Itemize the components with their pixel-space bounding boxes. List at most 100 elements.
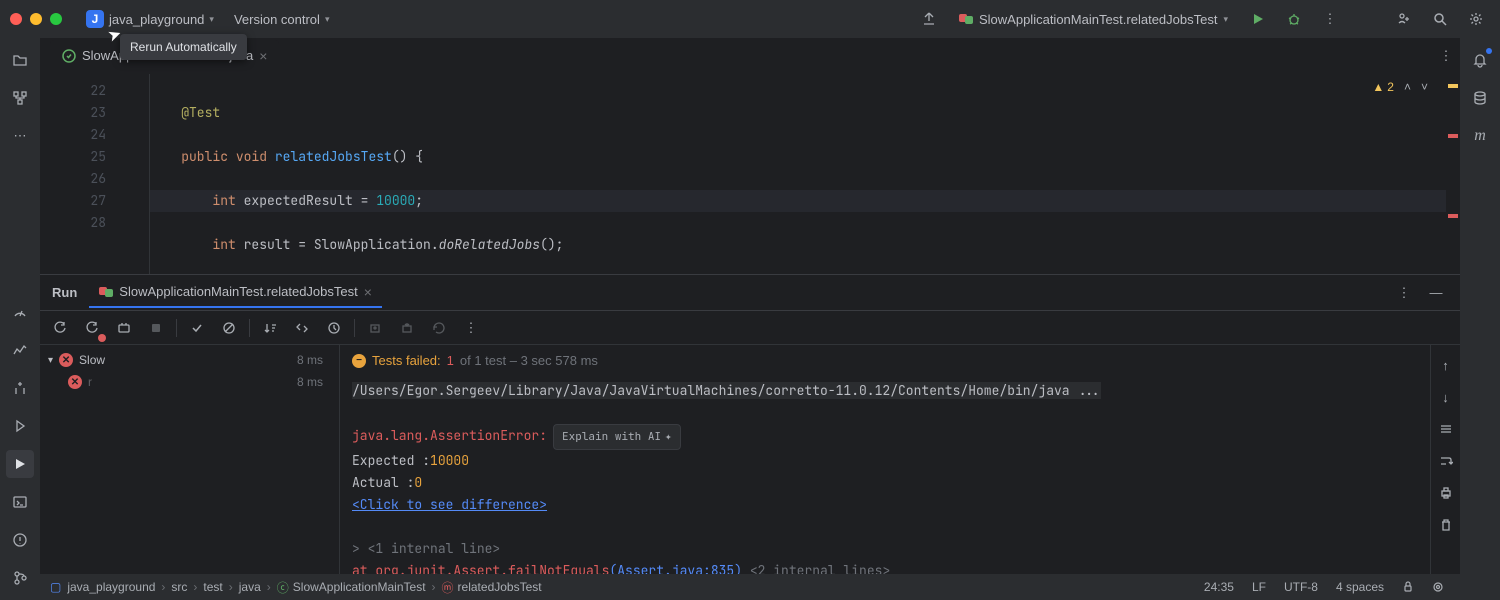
inspection-widget[interactable]: ▲2 ˄ ˅ xyxy=(1372,80,1428,94)
left-tool-rail: ⋯ xyxy=(0,38,40,600)
print-icon[interactable] xyxy=(1434,481,1458,505)
stack-source-link[interactable]: (Assert.java:835) xyxy=(609,562,742,574)
project-badge-icon: J xyxy=(86,10,104,28)
bookmarks-tool-icon[interactable] xyxy=(6,374,34,402)
test-suite-row[interactable]: ▾ ✕ Slow 8 ms xyxy=(40,349,339,371)
status-fail-icon: − xyxy=(352,354,366,368)
close-window-icon[interactable] xyxy=(10,13,22,25)
module-icon: ▢ xyxy=(50,580,61,594)
git-tool-icon[interactable] xyxy=(6,564,34,592)
fail-icon: ✕ xyxy=(59,353,73,367)
more-tools-icon[interactable]: ⋯ xyxy=(6,122,34,150)
expand-all-button[interactable] xyxy=(290,316,314,340)
inspection-profile-icon[interactable] xyxy=(1426,581,1450,593)
history-button xyxy=(427,316,451,340)
run-tab[interactable]: SlowApplicationMainTest.relatedJobsTest … xyxy=(89,278,382,308)
import-tests-button xyxy=(363,316,387,340)
problems-tool-icon[interactable] xyxy=(6,526,34,554)
structure-tool-icon[interactable] xyxy=(6,84,34,112)
minimize-panel-icon[interactable]: — xyxy=(1424,281,1448,305)
show-passed-button[interactable] xyxy=(185,316,209,340)
prev-highlight-icon[interactable]: ˄ xyxy=(1404,80,1411,94)
indent-setting[interactable]: 4 spaces xyxy=(1330,580,1390,594)
notifications-icon[interactable] xyxy=(1466,46,1494,74)
tab-options-icon[interactable]: ⋮ xyxy=(1432,42,1460,70)
test-name: r xyxy=(88,375,92,389)
fold-text[interactable]: <2 internal lines> xyxy=(750,562,890,574)
breadcrumb-item[interactable]: java xyxy=(239,580,261,594)
code-with-me-icon[interactable] xyxy=(1390,5,1418,33)
export-tests-button xyxy=(395,316,419,340)
suite-time: 8 ms xyxy=(297,353,331,367)
terminal-tool-icon[interactable] xyxy=(6,488,34,516)
diff-link[interactable]: <Click to see difference> xyxy=(352,496,547,513)
search-icon[interactable] xyxy=(1426,5,1454,33)
panel-options-icon[interactable]: ⋮ xyxy=(1392,281,1416,305)
console-output[interactable]: /Users/Egor.Sergeev/Library/Java/JavaVir… xyxy=(340,376,1430,574)
suite-name: Slow xyxy=(79,353,105,367)
vcs-menu[interactable]: Version control ▾ xyxy=(228,8,336,31)
toggle-auto-test-button[interactable] xyxy=(112,316,136,340)
maven-tool-icon[interactable]: m xyxy=(1466,122,1494,150)
project-selector[interactable]: J java_playground ▾ xyxy=(80,6,220,32)
code-content[interactable]: @Test public void relatedJobsTest() { in… xyxy=(120,74,1446,274)
actual-label: Actual : xyxy=(352,474,414,491)
scroll-down-icon[interactable]: ↓ xyxy=(1434,385,1458,409)
next-highlight-icon[interactable]: ˅ xyxy=(1421,80,1428,94)
soft-wrap-icon[interactable] xyxy=(1434,417,1458,441)
error-stripe[interactable] xyxy=(1446,74,1460,274)
run-tab-label: SlowApplicationMainTest.relatedJobsTest xyxy=(119,284,357,299)
test-config-icon xyxy=(959,12,973,26)
build-icon[interactable] xyxy=(915,5,943,33)
test-case-row[interactable]: ✕ r 8 ms xyxy=(40,371,339,393)
status-count: 1 xyxy=(447,353,454,368)
project-tool-icon[interactable] xyxy=(6,46,34,74)
chevron-down-icon: ▾ xyxy=(325,14,330,25)
readonly-icon[interactable] xyxy=(1396,581,1420,593)
expected-label: Expected : xyxy=(352,452,430,469)
gauge-tool-icon[interactable] xyxy=(6,298,34,326)
chevron-down-icon[interactable]: ▾ xyxy=(48,355,53,366)
services-tool-icon[interactable] xyxy=(6,412,34,440)
clear-all-icon[interactable] xyxy=(1434,513,1458,537)
fail-icon: ✕ xyxy=(68,375,82,389)
explain-ai-button[interactable]: Explain with AI ✦ xyxy=(553,424,681,450)
chevron-down-icon: ▾ xyxy=(209,14,214,25)
test-tree[interactable]: ▾ ✕ Slow 8 ms ✕ r 8 ms xyxy=(40,345,340,574)
status-label: Tests failed: xyxy=(372,353,441,368)
rerun-button[interactable] xyxy=(48,316,72,340)
close-tab-icon[interactable]: × xyxy=(259,48,267,64)
more-actions-icon[interactable]: ⋮ xyxy=(1316,5,1344,33)
debug-button[interactable] xyxy=(1280,5,1308,33)
fold-arrow-icon[interactable]: > xyxy=(352,540,360,557)
sort-button[interactable] xyxy=(258,316,282,340)
rerun-failed-button[interactable] xyxy=(80,316,104,340)
run-tool-icon[interactable] xyxy=(6,450,34,478)
run-configuration-selector[interactable]: SlowApplicationMainTest.relatedJobsTest … xyxy=(951,8,1236,31)
scroll-to-end-icon[interactable] xyxy=(1434,449,1458,473)
show-ignored-button[interactable] xyxy=(217,316,241,340)
run-button[interactable] xyxy=(1244,5,1272,33)
maximize-window-icon[interactable] xyxy=(50,13,62,25)
database-tool-icon[interactable] xyxy=(1466,84,1494,112)
tooltip: Rerun Automatically xyxy=(120,38,247,60)
collapse-all-button[interactable] xyxy=(322,316,346,340)
code-editor[interactable]: 22 23 24 25 26 27 28 @Test public void r… xyxy=(40,74,1460,274)
profiler-tool-icon[interactable] xyxy=(6,336,34,364)
toolbar-more-icon[interactable]: ⋮ xyxy=(459,316,483,340)
breadcrumb-item[interactable]: test xyxy=(203,580,222,594)
close-tab-icon[interactable]: × xyxy=(364,284,372,300)
breadcrumb-item[interactable]: src xyxy=(171,580,187,594)
fold-text[interactable]: <1 internal line> xyxy=(368,540,501,557)
line-separator[interactable]: LF xyxy=(1246,580,1272,594)
breadcrumb-item[interactable]: ⓒ SlowApplicationMainTest xyxy=(277,579,426,596)
minimize-window-icon[interactable] xyxy=(30,13,42,25)
status-rest: of 1 test – 3 sec 578 ms xyxy=(460,353,598,368)
file-encoding[interactable]: UTF-8 xyxy=(1278,580,1324,594)
cursor-position[interactable]: 24:35 xyxy=(1198,580,1240,594)
scroll-up-icon[interactable]: ↑ xyxy=(1434,353,1458,377)
gutter: 22 23 24 25 26 27 28 xyxy=(40,74,120,274)
breadcrumb-item[interactable]: java_playground xyxy=(67,580,155,594)
settings-icon[interactable] xyxy=(1462,5,1490,33)
breadcrumb-item[interactable]: ⓜ relatedJobsTest xyxy=(442,579,542,596)
